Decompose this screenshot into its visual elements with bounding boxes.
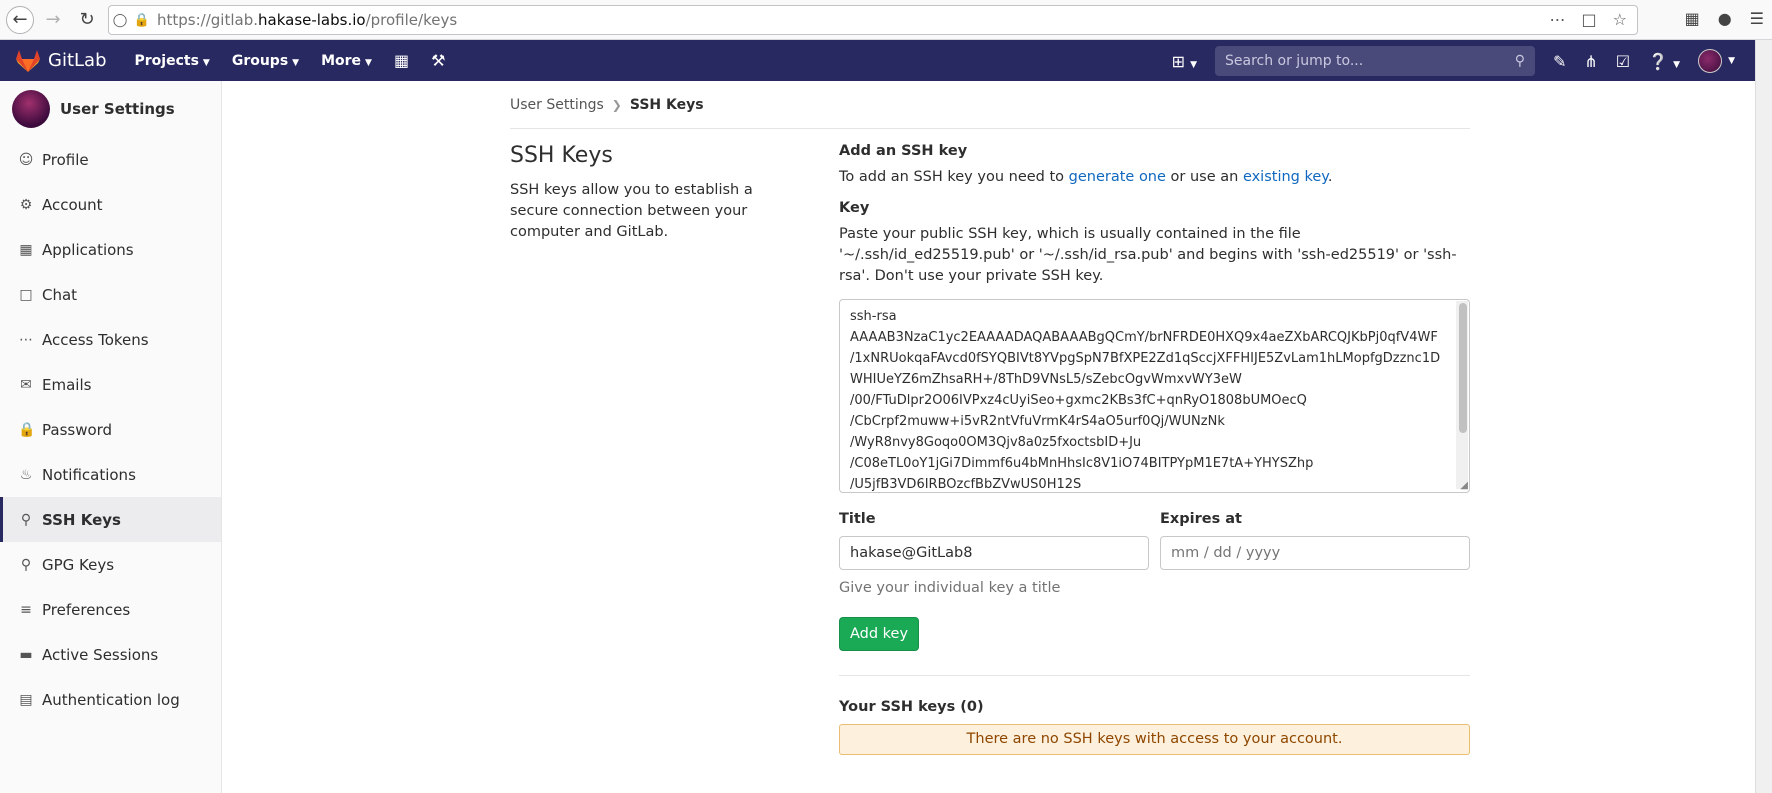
sidebar-item-authentication-log[interactable]: ▤ Authentication log [0, 677, 221, 722]
nav-groups[interactable]: Groups ▼ [232, 53, 299, 69]
library-icon[interactable]: ▦ [1685, 9, 1700, 28]
add-key-button[interactable]: Add key [839, 617, 920, 651]
sidebar-item-account[interactable]: ⚙ Account [0, 182, 221, 227]
chevron-down-icon: ▼ [202, 57, 210, 68]
url-text: https://gitlab.hakase-labs.io/profile/ke… [157, 11, 458, 29]
sidebar-item-profile[interactable]: ☺ Profile [0, 137, 221, 182]
sidebar-item-notifications[interactable]: ♨ Notifications [0, 452, 221, 497]
resize-handle-icon[interactable]: ◢ [1460, 480, 1468, 491]
avatar [12, 90, 50, 128]
textarea-scroll-thumb[interactable] [1459, 303, 1467, 433]
issues-icon[interactable]: ✎ [1553, 52, 1566, 71]
address-bar[interactable]: ◯ 🔒 https://gitlab.hakase-labs.io/profil… [108, 5, 1638, 35]
breadcrumb-parent[interactable]: User Settings [510, 97, 604, 113]
applications-icon: ▦ [19, 241, 33, 258]
forward-button[interactable]: → [38, 5, 68, 35]
key-icon: ⚲ [20, 556, 32, 573]
chevron-right-icon: ❯ [611, 97, 622, 112]
sidebar-item-emails[interactable]: ✉ Emails [0, 362, 221, 407]
title-field[interactable] [839, 536, 1149, 570]
user-menu[interactable]: ▼ [1698, 49, 1735, 73]
main-content: User Settings ❯ SSH Keys SSH Keys SSH ke… [510, 81, 1470, 755]
key-icon: ⚲ [20, 511, 32, 528]
mail-icon: ✉ [20, 376, 32, 393]
browser-toolbar: ← → ↻ ◯ 🔒 https://gitlab.hakase-labs.io/… [0, 0, 1772, 40]
sidebar-item-password[interactable]: 🔒 Password [0, 407, 221, 452]
chat-icon: □ [19, 286, 33, 303]
back-button[interactable]: ← [6, 5, 34, 34]
admin-wrench-icon[interactable]: ⚒ [431, 51, 445, 70]
sidebar-title: User Settings [60, 100, 175, 118]
bookmark-star-icon[interactable]: ☆ [1613, 10, 1627, 29]
shield-icon: ◯ [112, 12, 128, 28]
reload-button[interactable]: ↻ [72, 5, 102, 35]
gitlab-header: GitLab Projects ▼ Groups ▼ More ▼ ▦ ⚒ ⊞ ▼ S… [0, 40, 1755, 81]
activity-chart-icon[interactable]: ▦ [394, 51, 409, 70]
search-placeholder: Search or jump to... [1224, 53, 1364, 69]
settings-sidebar: User Settings ☺ Profile ⚙ Account ▦ Applica… [0, 81, 222, 793]
lock-icon: 🔒 [133, 12, 151, 28]
divider [839, 675, 1470, 676]
sidebar-item-gpg-keys[interactable]: ⚲ GPG Keys [0, 542, 221, 587]
generate-one-link[interactable]: generate one [1069, 169, 1166, 185]
breadcrumb: User Settings ❯ SSH Keys [510, 81, 1470, 129]
preferences-icon: ≡ [20, 601, 32, 618]
arrow-right-icon: → [45, 9, 61, 30]
brand-name: GitLab [48, 50, 107, 71]
lock-icon: 🔒 [18, 421, 36, 438]
arrow-left-icon: ← [12, 9, 28, 30]
key-textarea[interactable]: ssh-rsa AAAAB3NzaC1yc2EAAAADAQABAAABgQCm… [839, 299, 1470, 493]
monitor-icon: ▬ [19, 646, 33, 663]
key-label: Key [839, 200, 870, 216]
existing-key-link[interactable]: existing key [1243, 169, 1328, 185]
bell-icon: ♨ [19, 466, 33, 483]
mask-icon[interactable]: ● [1718, 9, 1732, 28]
sidebar-item-active-sessions[interactable]: ▬ Active Sessions [0, 632, 221, 677]
key-help-text: Paste your public SSH key, which is usua… [839, 226, 1457, 284]
pocket-icon[interactable]: □ [1582, 10, 1597, 29]
expires-label: Expires at [1160, 511, 1242, 527]
sidebar-item-access-tokens[interactable]: ⋯ Access Tokens [0, 317, 221, 362]
log-icon: ▤ [19, 691, 33, 708]
chevron-down-icon: ▼ [1728, 56, 1735, 66]
sidebar-item-applications[interactable]: ▦ Applications [0, 227, 221, 272]
nav-projects[interactable]: Projects ▼ [135, 53, 210, 69]
title-help-text: Give your individual key a title [839, 580, 1061, 596]
page-title: SSH Keys [510, 143, 613, 168]
keys-list-heading: Your SSH keys (0) [839, 699, 984, 715]
profile-icon: ☺ [18, 151, 34, 168]
account-icon: ⚙ [19, 196, 33, 213]
hamburger-menu-icon[interactable]: ☰ [1750, 9, 1764, 28]
token-icon: ⋯ [19, 331, 33, 348]
search-icon: ⚲ [1514, 53, 1525, 69]
search-input[interactable]: Search or jump to... ⚲ [1214, 46, 1535, 76]
expires-date-field[interactable] [1160, 536, 1470, 570]
sidebar-item-chat[interactable]: □ Chat [0, 272, 221, 317]
form-instruction: To add an SSH key you need to generate o… [839, 169, 1333, 185]
sidebar-item-ssh-keys[interactable]: ⚲ SSH Keys [0, 497, 221, 542]
nav-more[interactable]: More ▼ [321, 53, 372, 69]
add-ssh-key-form: Add an SSH key To add an SSH key you nee… [839, 143, 1470, 755]
chevron-down-icon: ▼ [365, 57, 372, 68]
page-actions-icon[interactable]: ⋯ [1550, 10, 1566, 29]
merge-requests-icon[interactable]: ⋔ [1584, 52, 1597, 71]
form-heading: Add an SSH key [839, 143, 968, 159]
sidebar-header[interactable]: User Settings [0, 81, 221, 137]
page-description: SSH keys allow you to establish a secure… [510, 182, 753, 240]
reload-icon: ↻ [79, 9, 95, 30]
new-item-plus-icon[interactable]: ⊞ ▼ [1172, 52, 1197, 71]
empty-keys-alert: There are no SSH keys with access to you… [839, 724, 1470, 755]
todos-icon[interactable]: ☑ [1616, 52, 1630, 71]
sidebar-item-preferences[interactable]: ≡ Preferences [0, 587, 221, 632]
avatar [1698, 49, 1723, 73]
title-label: Title [839, 511, 876, 527]
page-scrollbar[interactable] [1755, 40, 1772, 793]
breadcrumb-current: SSH Keys [629, 96, 704, 113]
gitlab-logo[interactable]: GitLab [16, 49, 107, 72]
help-icon[interactable]: ❔ ▼ [1648, 52, 1680, 71]
gitlab-tanuki-icon [16, 49, 40, 72]
chevron-down-icon: ▼ [292, 57, 300, 68]
